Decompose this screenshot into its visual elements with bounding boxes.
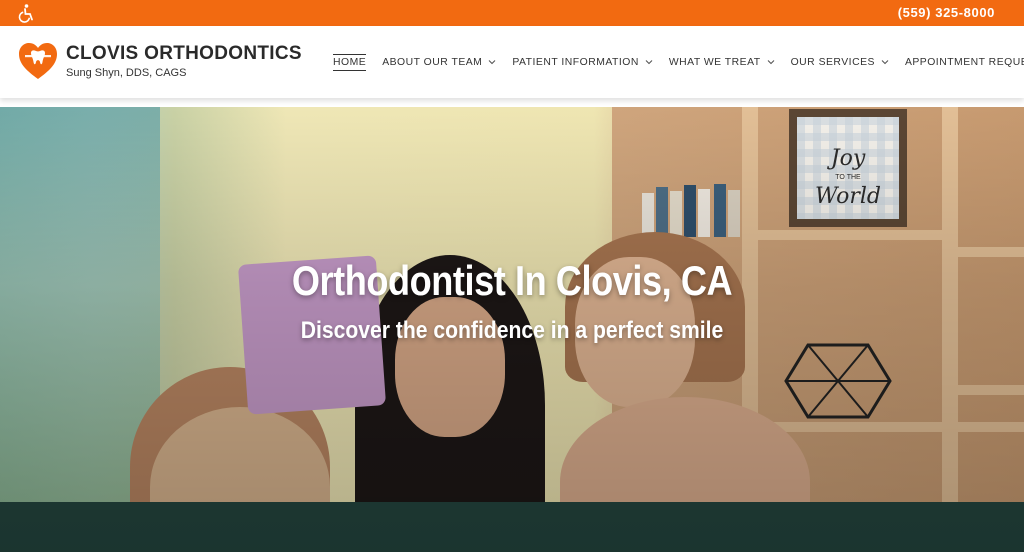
nav-item-about-our-team[interactable]: ABOUT OUR TEAM [382, 51, 496, 74]
nav-item-label: APPOINTMENT REQUEST [904, 56, 1024, 68]
nav-item-what-we-treat[interactable]: WHAT WE TREAT [669, 51, 775, 74]
hero-title: Orthodontist In Clovis, CA [291, 257, 733, 304]
brand-name[interactable]: CLOVIS ORTHODONTICS [66, 43, 302, 65]
site-header: CLOVIS ORTHODONTICS Sung Shyn, DDS, CAGS… [0, 26, 1024, 98]
nav-item-home[interactable]: HOME [333, 48, 367, 77]
hero-banner: Joy TO THE World Orthodontist In Clovis,… [0, 107, 1024, 552]
chevron-down-icon [645, 60, 653, 65]
phone-link[interactable]: (559) 325-8000 [898, 5, 995, 20]
nav-item-patient-information[interactable]: PATIENT INFORMATION [512, 51, 653, 74]
nav-item-label: WHAT WE TREAT [668, 56, 761, 68]
main-nav: HOME ABOUT OUR TEAM PATIENT INFORMATION … [333, 26, 1024, 98]
chevron-down-icon [881, 60, 889, 65]
heart-tooth-logo[interactable] [17, 41, 59, 81]
hero-subtitle: Discover the confidence in a perfect smi… [300, 317, 724, 344]
top-bar: (559) 325-8000 [0, 0, 1024, 26]
nav-item-label: HOME [333, 53, 367, 71]
nav-item-label: PATIENT INFORMATION [512, 56, 639, 68]
nav-item-appointment-request[interactable]: APPOINTMENT REQUEST [905, 51, 1024, 74]
wheelchair-icon[interactable] [16, 3, 36, 23]
nav-item-label: ABOUT OUR TEAM [382, 56, 483, 68]
chevron-down-icon [767, 60, 774, 65]
chevron-down-icon [488, 60, 496, 65]
nav-item-our-services[interactable]: OUR SERVICES [791, 51, 889, 74]
nav-item-label: OUR SERVICES [790, 56, 875, 68]
doctor-name: Sung Shyn, DDS, CAGS [66, 67, 187, 79]
